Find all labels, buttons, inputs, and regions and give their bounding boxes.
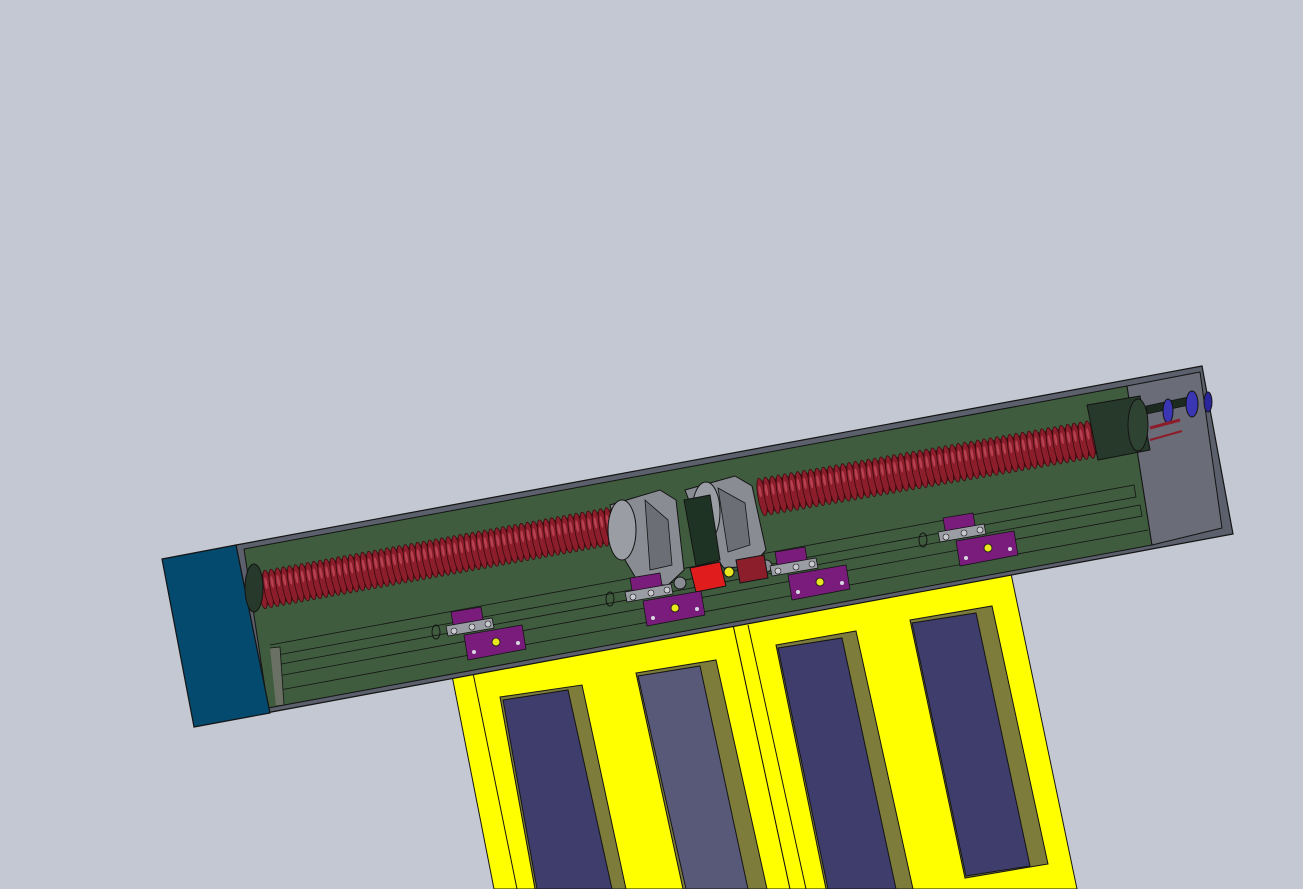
motor-flange bbox=[1127, 398, 1149, 452]
door-operator-model[interactable] bbox=[0, 0, 1303, 889]
screw-end-bearing-left bbox=[244, 563, 264, 613]
connector-bolt bbox=[723, 566, 735, 578]
coupling-blue-3 bbox=[1203, 391, 1213, 413]
coupling-blue-1 bbox=[1162, 398, 1174, 424]
dark-red-connector bbox=[735, 554, 769, 584]
cad-viewport[interactable] bbox=[0, 0, 1303, 889]
red-connector[interactable] bbox=[689, 561, 727, 593]
coupling-blue-2 bbox=[1185, 390, 1199, 418]
